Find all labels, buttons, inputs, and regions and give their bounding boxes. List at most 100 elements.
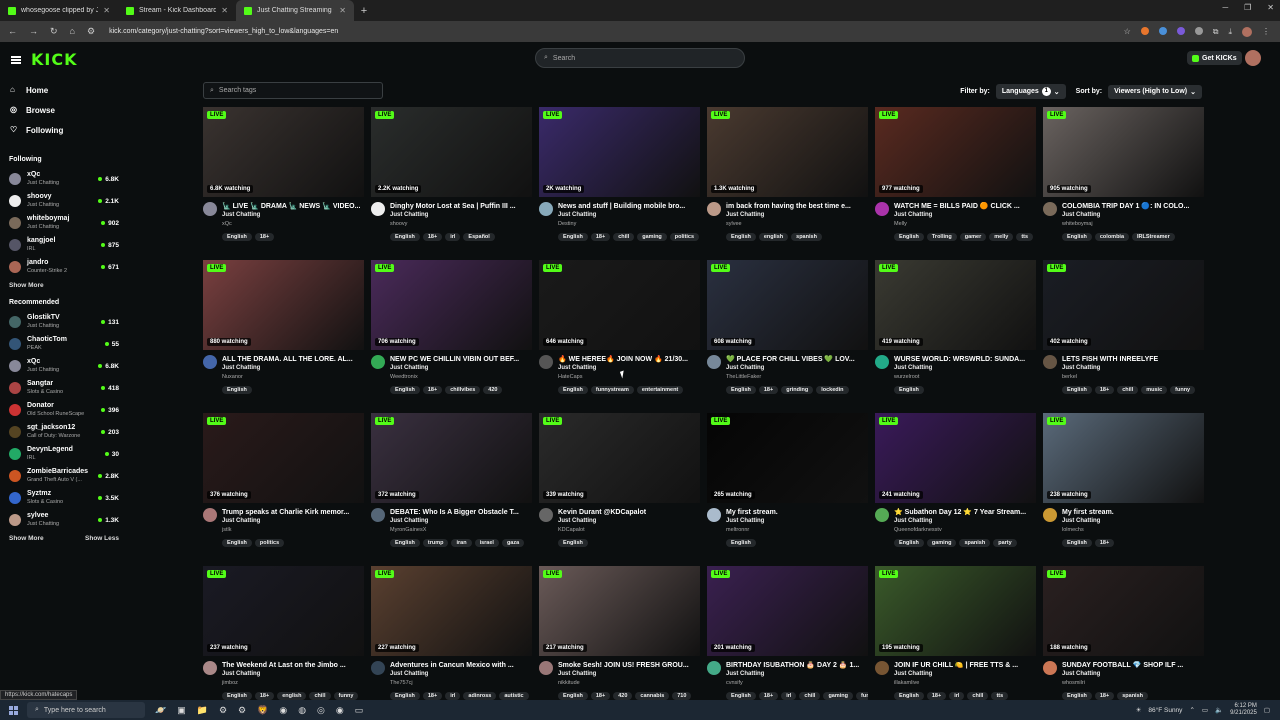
extension-icon[interactable]	[1194, 26, 1203, 35]
stream-tag[interactable]: English	[390, 233, 420, 241]
stream-tag[interactable]: English	[558, 692, 588, 700]
stream-thumbnail[interactable]: LIVE 237 watching	[203, 566, 364, 656]
close-tab-icon[interactable]: ✕	[221, 6, 228, 15]
get-kicks-button[interactable]: Get KICKs	[1187, 51, 1242, 65]
stream-tag[interactable]: Trolling	[926, 233, 957, 241]
stream-thumbnail[interactable]: LIVE 1.3K watching	[707, 107, 868, 197]
stream-tag[interactable]: lockedin	[816, 386, 849, 394]
stream-tag[interactable]: gamer	[959, 233, 987, 241]
stream-card[interactable]: LIVE 6.8K watching 🗽 LIVE 🗽 DRAMA 🗽 NEWS…	[203, 107, 364, 260]
stream-thumbnail[interactable]: LIVE 706 watching	[371, 260, 532, 350]
avatar[interactable]	[1043, 661, 1057, 675]
streamer-name[interactable]: KDCapalot	[558, 526, 700, 535]
stream-title[interactable]: My first stream.	[726, 508, 868, 517]
stream-tag[interactable]: english	[758, 233, 789, 241]
streamer-name[interactable]: meltronnr	[726, 526, 868, 535]
bookmark-star-icon[interactable]: ☆	[1124, 27, 1131, 37]
streamer-name[interactable]: whosmilri	[1062, 679, 1204, 688]
stream-tag[interactable]: 18+	[254, 233, 275, 241]
windows-start-icon[interactable]	[9, 705, 18, 715]
stream-tag[interactable]: IRLStreamer	[1132, 233, 1175, 241]
stream-tag[interactable]: 18+	[926, 692, 947, 700]
stream-tag[interactable]: tts	[1016, 233, 1034, 241]
stream-tag[interactable]: 18+	[1094, 692, 1115, 700]
streamer-name[interactable]: whiteboymaj	[1062, 220, 1204, 229]
stream-tag[interactable]: 420	[483, 386, 503, 394]
stream-tag[interactable]: 18+	[1094, 386, 1115, 394]
stream-category[interactable]: Just Chatting	[894, 670, 1036, 679]
sidebar-channel[interactable]: xQc Just Chatting 6.8K	[0, 355, 130, 377]
stream-thumbnail[interactable]: LIVE 217 watching	[539, 566, 700, 656]
stream-card[interactable]: LIVE 339 watching Kevin Durant @KDCapalo…	[539, 413, 700, 566]
avatar[interactable]	[875, 661, 889, 675]
stream-tag[interactable]: autistic	[499, 692, 529, 700]
extensions-puzzle-icon[interactable]: ⧉	[1213, 27, 1219, 37]
stream-tag[interactable]: 18+	[590, 233, 611, 241]
close-tab-icon[interactable]: ✕	[103, 6, 110, 15]
streamer-name[interactable]: Queenofdarknesstv	[894, 526, 1036, 535]
stream-thumbnail[interactable]: LIVE 419 watching	[875, 260, 1036, 350]
stream-tag[interactable]: English	[894, 386, 924, 394]
settings-icon[interactable]: ⚙	[238, 705, 246, 716]
avatar[interactable]	[707, 202, 721, 216]
avatar[interactable]	[707, 508, 721, 522]
stream-title[interactable]: Trump speaks at Charlie Kirk memor...	[222, 508, 364, 517]
stream-tag[interactable]: English	[222, 386, 252, 394]
task-view-icon[interactable]: ▣	[177, 705, 186, 716]
close-window-icon[interactable]: ✕	[1267, 3, 1274, 12]
stream-title[interactable]: My first stream.	[1062, 508, 1204, 517]
download-icon[interactable]: ⤓	[1228, 27, 1232, 37]
stream-card[interactable]: LIVE 880 watching ALL THE DRAMA. ALL THE…	[203, 260, 364, 413]
extension-icon[interactable]	[1140, 26, 1149, 35]
back-icon[interactable]: ←	[8, 26, 17, 37]
stream-tag[interactable]: 420	[613, 692, 633, 700]
stream-tag[interactable]: funny	[856, 692, 868, 700]
stream-tag[interactable]: English	[222, 539, 252, 547]
streamer-name[interactable]: sylvee	[726, 220, 868, 229]
stream-card[interactable]: LIVE 2K watching News and stuff | Buildi…	[539, 107, 700, 260]
sidebar-channel[interactable]: xQc Just Chatting 6.8K	[0, 168, 130, 190]
stream-tag[interactable]: gaming	[926, 539, 957, 547]
stream-thumbnail[interactable]: LIVE 195 watching	[875, 566, 1036, 656]
sidebar-channel[interactable]: ZombieBarricades Grand Theft Auto V (... …	[0, 465, 130, 487]
stream-card[interactable]: LIVE 237 watching The Weekend At Last on…	[203, 566, 364, 719]
stream-category[interactable]: Just Chatting	[726, 211, 868, 220]
stream-title[interactable]: Kevin Durant @KDCapalot	[558, 508, 700, 517]
stream-tag[interactable]: irl	[445, 692, 461, 700]
stream-thumbnail[interactable]: LIVE 265 watching	[707, 413, 868, 503]
stream-tag[interactable]: English	[1062, 692, 1092, 700]
stream-tag[interactable]: funnystream	[590, 386, 634, 394]
close-tab-icon[interactable]: ✕	[339, 6, 346, 15]
stream-title[interactable]: COLOMBIA TRIP DAY 1 🔵: IN COLO...	[1062, 202, 1204, 211]
stream-tag[interactable]: English	[1062, 386, 1092, 394]
stream-tag[interactable]: 18+	[758, 386, 779, 394]
streamer-name[interactable]: jstlk	[222, 526, 364, 535]
stream-card[interactable]: LIVE 201 watching BIRTHDAY ISUBATHON 🎂 D…	[707, 566, 868, 719]
avatar[interactable]	[1043, 508, 1057, 522]
stream-title[interactable]: 🔥 WE HEREE🔥 JOIN NOW 🔥 21/30...	[558, 355, 700, 364]
stream-category[interactable]: Just Chatting	[222, 670, 364, 679]
home-browser-icon[interactable]: ⌂	[70, 26, 75, 37]
sidebar-channel[interactable]: Syztmz Slots & Casino 3.5K	[0, 487, 130, 509]
streamer-name[interactable]: lolmechs	[1062, 526, 1204, 535]
avatar[interactable]	[707, 661, 721, 675]
stream-category[interactable]: Just Chatting	[726, 670, 868, 679]
new-tab-icon[interactable]: +	[354, 5, 374, 17]
stream-category[interactable]: Just Chatting	[222, 211, 364, 220]
stream-tag[interactable]: party	[993, 539, 1017, 547]
stream-title[interactable]: Smoke Sesh! JOIN US! FRESH GROU...	[558, 661, 700, 670]
sidebar-channel[interactable]: sylvee Just Chatting 1.3K	[0, 509, 130, 531]
taskbar-search-input[interactable]: ⌕ Type here to search	[27, 702, 145, 718]
avatar[interactable]	[539, 202, 553, 216]
stream-title[interactable]: Dinghy Motor Lost at Sea | Puffin III ..…	[390, 202, 532, 211]
stream-card[interactable]: LIVE 706 watching NEW PC WE CHILLIN VIBI…	[371, 260, 532, 413]
stream-tag[interactable]: chill	[613, 233, 635, 241]
stream-thumbnail[interactable]: LIVE 339 watching	[539, 413, 700, 503]
clock[interactable]: 6:12 PM 9/21/2025	[1230, 703, 1257, 717]
stream-tag[interactable]: English	[558, 386, 588, 394]
stream-tag[interactable]: English	[726, 692, 756, 700]
stream-tag[interactable]: Español	[463, 233, 495, 241]
stream-thumbnail[interactable]: LIVE 2K watching	[539, 107, 700, 197]
avatar[interactable]	[1043, 202, 1057, 216]
stream-tag[interactable]: English	[390, 386, 420, 394]
